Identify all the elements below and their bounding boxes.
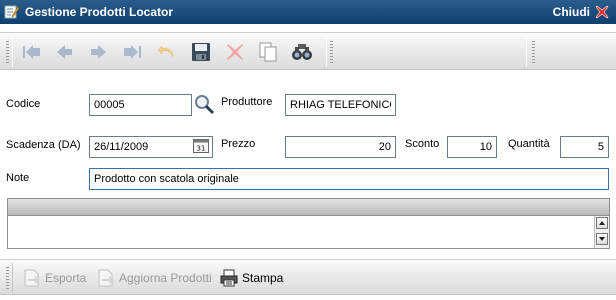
- note-label: Note: [6, 172, 30, 184]
- close-icon[interactable]: [594, 4, 610, 20]
- calendar-icon: 31: [193, 139, 209, 153]
- delete-button[interactable]: [223, 40, 247, 64]
- sconto-label: Sconto: [405, 138, 440, 150]
- codice-input[interactable]: [89, 94, 192, 116]
- scroll-up-button[interactable]: [596, 217, 608, 229]
- toolbar-separator: [12, 263, 13, 293]
- note-input[interactable]: [89, 168, 609, 190]
- scroll-down-button[interactable]: [596, 233, 608, 245]
- stampa-label: Stampa: [242, 271, 284, 285]
- undo-icon: [157, 45, 174, 58]
- save-button[interactable]: [189, 40, 213, 64]
- prezzo-label: Prezzo: [221, 138, 256, 150]
- close-label[interactable]: Chiudi: [553, 5, 590, 19]
- bottom-toolbar: Esporta Aggiorna Prodotti Stampa: [0, 259, 616, 295]
- grid-vertical-scrollbar[interactable]: [594, 216, 609, 248]
- record-toolbar: [0, 32, 616, 70]
- produttore-label: Produttore: [221, 96, 273, 108]
- toolbar-separator: [526, 37, 527, 67]
- last-record-icon: [124, 45, 141, 59]
- search-binoculars-icon: [292, 44, 312, 60]
- aggiorna-prodotti-label: Aggiorna Prodotti: [119, 271, 212, 285]
- sconto-input[interactable]: [447, 136, 497, 158]
- update-products-icon: [98, 269, 114, 287]
- printer-icon: [220, 269, 238, 287]
- lookup-magnifier-icon[interactable]: [193, 93, 215, 115]
- codice-label: Codice: [6, 98, 41, 110]
- save-icon: [192, 43, 210, 61]
- calendar-button[interactable]: 31: [193, 139, 209, 153]
- stampa-button[interactable]: Stampa: [219, 267, 283, 289]
- undo-button[interactable]: [155, 40, 179, 64]
- quantita-label: Quantità: [508, 138, 550, 150]
- previous-record-icon: [57, 45, 72, 59]
- title-bar: Gestione Prodotti Locator Chiudi: [0, 0, 616, 24]
- first-record-button[interactable]: [20, 40, 44, 64]
- toolbar-grip[interactable]: [6, 41, 9, 63]
- esporta-label: Esporta: [45, 271, 87, 285]
- arrow-down-icon: [599, 237, 605, 241]
- next-record-button[interactable]: [87, 40, 111, 64]
- toolbar-separator: [12, 37, 13, 67]
- edit-form-icon: [4, 5, 19, 19]
- esporta-button[interactable]: Esporta: [22, 267, 86, 289]
- produttore-input[interactable]: [285, 94, 396, 116]
- export-icon: [24, 269, 40, 287]
- products-grid[interactable]: [7, 198, 610, 249]
- window-title: Gestione Prodotti Locator: [25, 5, 174, 19]
- next-record-icon: [91, 45, 106, 59]
- arrow-up-icon: [599, 221, 605, 225]
- copy-icon: [259, 42, 277, 62]
- grid-header: [8, 199, 609, 216]
- first-record-icon: [23, 45, 40, 59]
- search-button[interactable]: [290, 40, 314, 64]
- last-record-button[interactable]: [120, 40, 144, 64]
- previous-record-button[interactable]: [52, 40, 76, 64]
- copy-button[interactable]: [256, 40, 280, 64]
- toolbar-separator: [326, 37, 327, 67]
- delete-icon: [227, 44, 243, 60]
- scadenza-label: Scadenza (DA): [6, 139, 81, 151]
- aggiorna-prodotti-button[interactable]: Aggiorna Prodotti: [96, 267, 212, 289]
- toolbar-grip[interactable]: [532, 41, 535, 63]
- toolbar-grip[interactable]: [6, 267, 9, 289]
- prezzo-input[interactable]: [285, 136, 396, 158]
- toolbar-grip[interactable]: [330, 41, 333, 63]
- calendar-day-text: 31: [197, 145, 206, 153]
- quantita-input[interactable]: [560, 136, 609, 158]
